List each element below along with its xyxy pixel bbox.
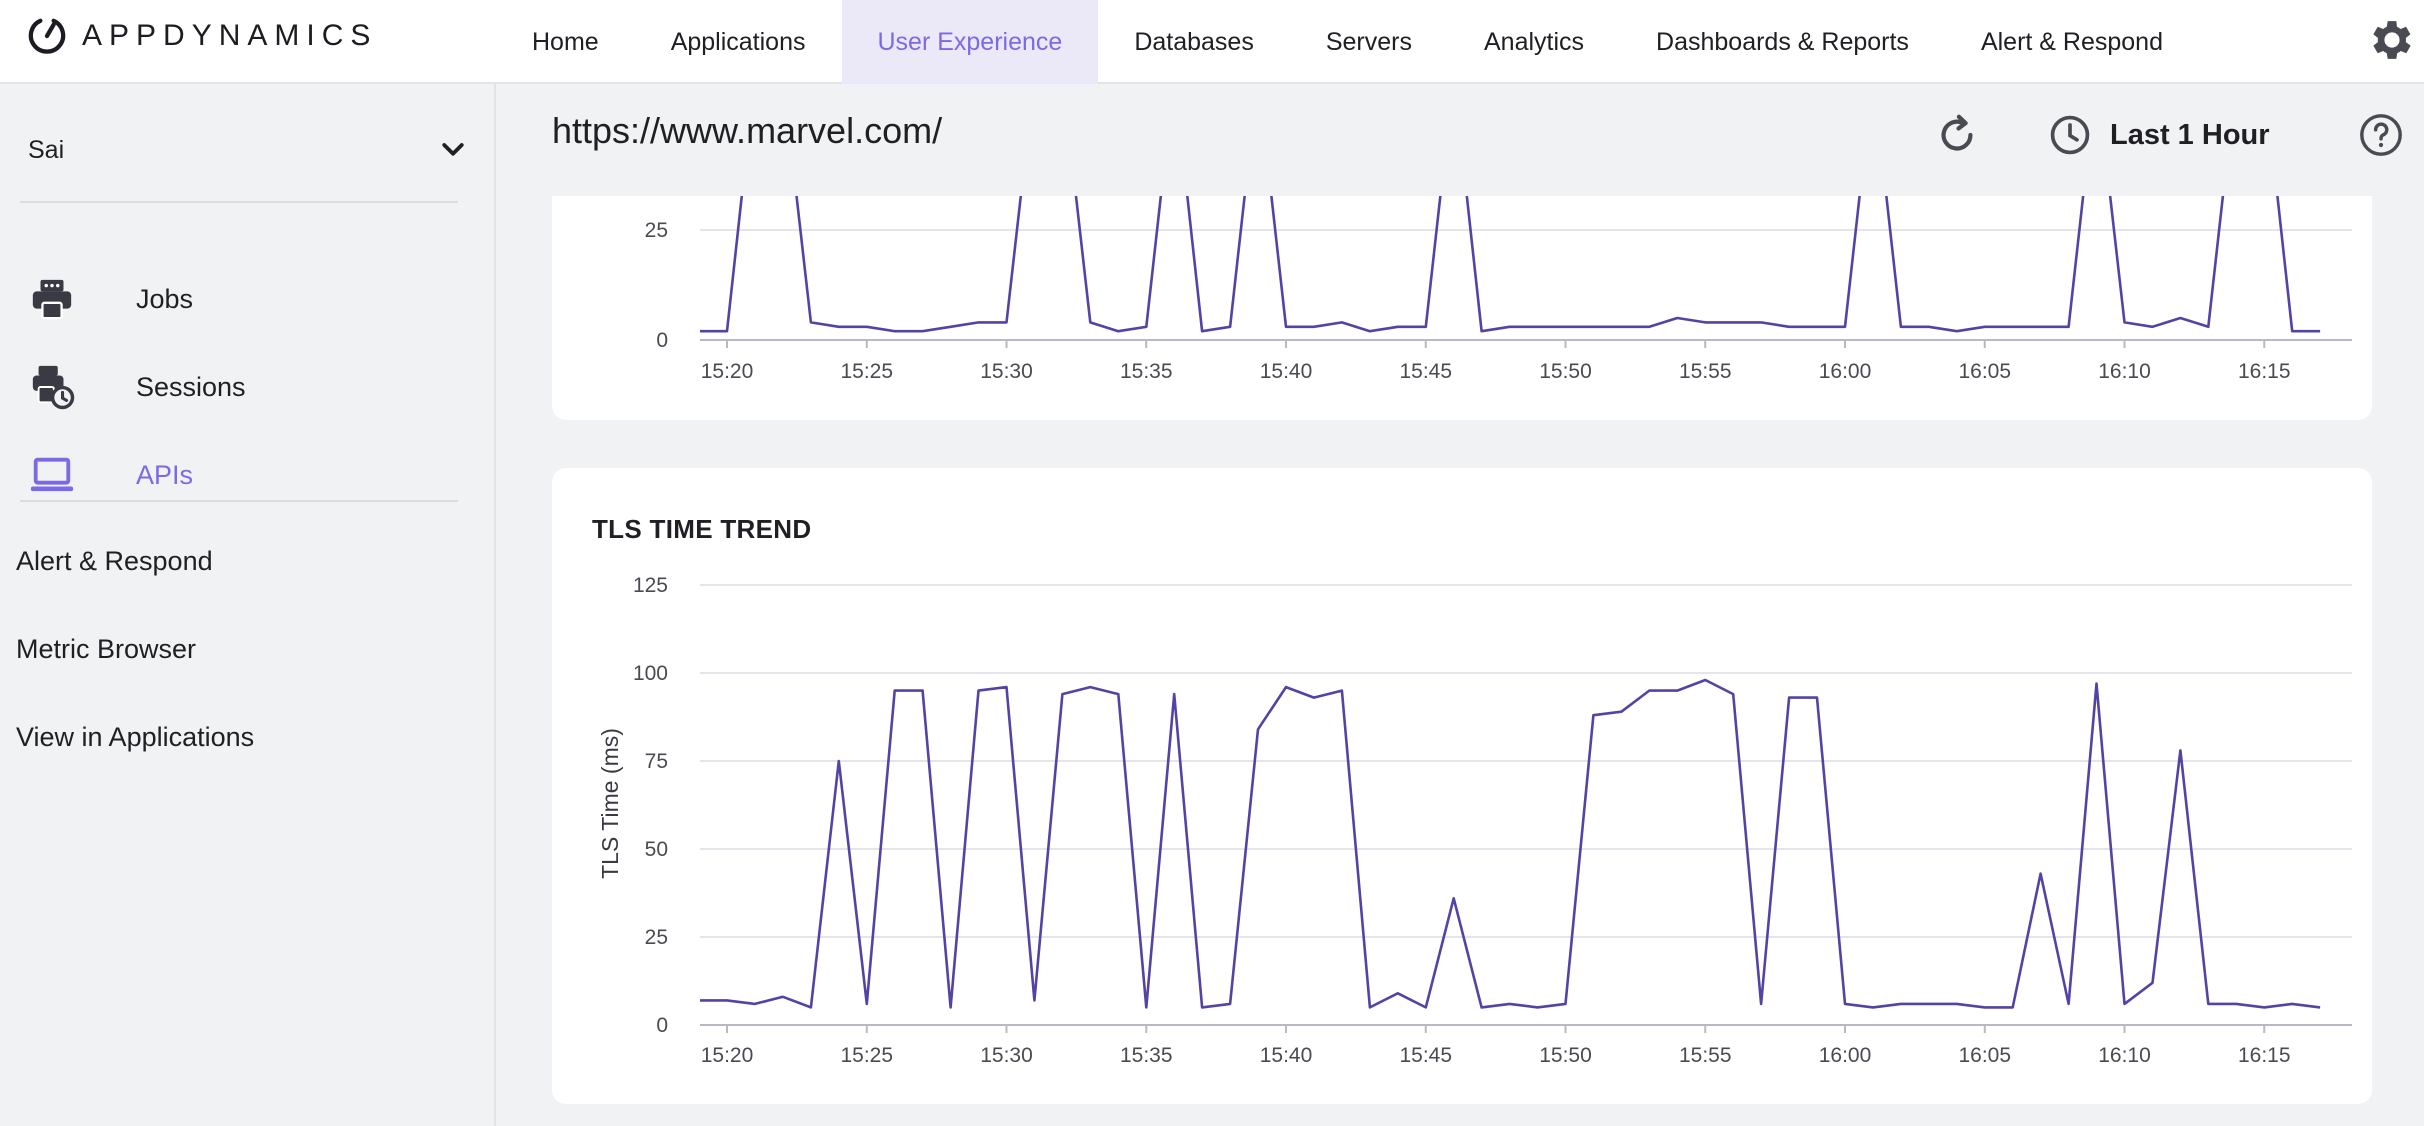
appdynamics-logo[interactable]: APPDYNAMICS [28,16,377,56]
sidebar-item-sessions[interactable]: Sessions [28,352,468,422]
nav-home[interactable]: Home [496,0,635,84]
x-tick-label: 15:35 [1120,360,1173,383]
sidebar-divider [20,201,458,203]
y-tick-label: 25 [645,219,668,242]
x-tick-label: 16:05 [1958,360,2011,383]
y-tick-label: 0 [656,1014,668,1037]
series-line [700,196,2321,333]
chart-card-top: 0 25 15:20 15:25 15:30 15:35 15:40 15:45 15:50 15… [552,196,2372,420]
x-tick-label: 15:30 [980,360,1033,383]
x-tick-label: 16:00 [1819,1044,1872,1067]
x-tick-label: 16:00 [1819,360,1872,383]
x-tick-label: 16:05 [1958,1044,2011,1067]
sessions-clock-icon [28,363,76,411]
appdynamics-logo-icon [28,18,66,54]
application-selector[interactable]: Sai [28,120,468,180]
clock-icon [2050,115,2090,155]
nav-dashboards-reports[interactable]: Dashboards & Reports [1620,0,1945,84]
sidebar-link-metric-browser[interactable]: Metric Browser [16,634,196,665]
y-tick-label: 0 [656,329,668,352]
x-tick-label: 16:15 [2238,1044,2291,1067]
x-tick-label: 15:25 [840,360,893,383]
sidebar-item-jobs[interactable]: Jobs [28,264,468,334]
sidebar-link-view-in-applications[interactable]: View in Applications [16,722,254,753]
page-title: https://www.marvel.com/ [552,110,943,151]
help-icon[interactable] [2358,112,2404,158]
y-axis-title: TLS Time (ms) [597,728,623,879]
series-line [700,678,2321,1009]
x-tick-label: 15:50 [1539,360,1592,383]
sidebar-item-label: APIs [136,459,194,490]
x-tick-label: 15:45 [1399,1044,1452,1067]
y-tick-label: 25 [645,926,668,949]
y-tick-label: 75 [645,750,668,773]
sidebar: Sai Jobs Sessions APIs Alert & Respond M… [0,84,496,1126]
nav-user-experience[interactable]: User Experience [841,0,1099,84]
x-tick-label: 15:40 [1260,1044,1313,1067]
laptop-icon [28,451,76,499]
chart-card-tls-time-trend: TLS TIME TREND 0 25 50 75 100 125 15:20 15:25 15… [552,468,2372,1104]
sidebar-item-label: Jobs [136,283,194,314]
refresh-icon[interactable] [1934,112,1980,158]
x-tick-label: 15:20 [701,1044,754,1067]
x-tick-label: 15:45 [1399,360,1452,383]
x-tick-label: 15:40 [1260,360,1313,383]
y-tick-label: 50 [645,838,668,861]
application-selector-value: Sai [28,135,65,164]
x-tick-label: 15:25 [840,1044,893,1067]
nav-databases[interactable]: Databases [1098,0,1290,84]
x-tick-label: 16:10 [2098,360,2151,383]
time-range-label: Last 1 Hour [2110,118,2270,151]
x-tick-label: 15:30 [980,1044,1033,1067]
time-range-selector[interactable]: Last 1 Hour [2048,110,2270,160]
top-navigation-bar: APPDYNAMICS Home Applications User Exper… [0,0,2424,84]
chart-top-svg: 0 25 15:20 15:25 15:30 15:35 15:40 15:45 15:50 15… [645,196,2352,383]
nav-alert-respond[interactable]: Alert & Respond [1945,0,2199,84]
main-nav: Home Applications User Experience Databa… [496,0,2199,84]
nav-servers[interactable]: Servers [1290,0,1448,84]
x-tick-label: 15:50 [1539,1044,1592,1067]
x-tick-label: 15:20 [701,360,754,383]
x-tick-label: 15:55 [1679,1044,1732,1067]
gear-icon[interactable] [2366,14,2418,66]
nav-applications[interactable]: Applications [635,0,842,84]
sidebar-divider [20,500,458,502]
y-tick-label: 125 [633,574,668,597]
chevron-down-icon [442,143,464,156]
x-tick-label: 16:15 [2238,360,2291,383]
chart-tls-svg: 0 25 50 75 100 125 15:20 15:25 15:30 15:35 15:40 15… [597,574,2352,1067]
x-tick-label: 15:35 [1120,1044,1173,1067]
x-tick-label: 15:55 [1679,360,1732,383]
x-tick-label: 16:10 [2098,1044,2151,1067]
sidebar-link-alert-respond[interactable]: Alert & Respond [16,546,213,577]
logo-text: APPDYNAMICS [82,19,378,52]
sidebar-item-label: Sessions [136,371,246,402]
y-tick-label: 100 [633,662,668,685]
nav-analytics[interactable]: Analytics [1448,0,1620,84]
printer-icon [28,275,76,323]
